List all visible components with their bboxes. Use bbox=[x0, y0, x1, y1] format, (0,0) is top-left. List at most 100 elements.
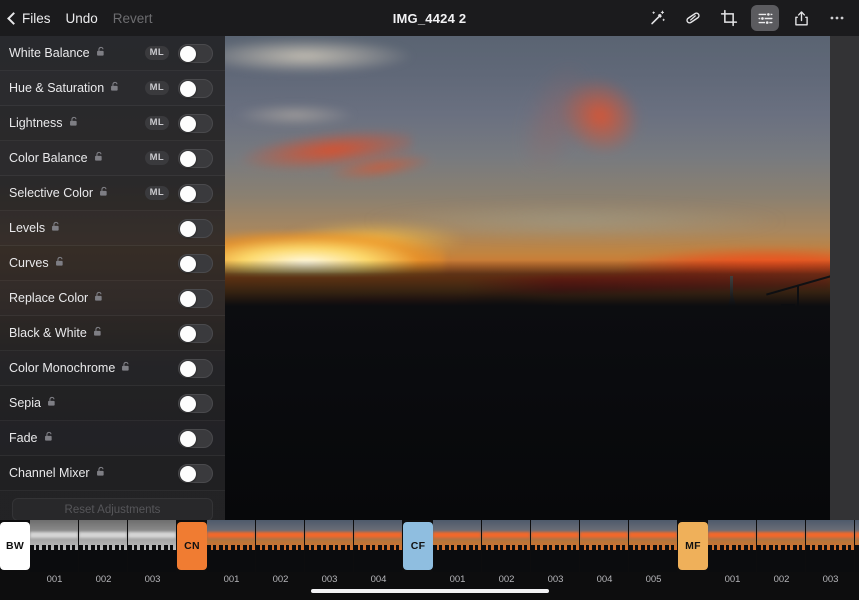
adjustment-toggle[interactable] bbox=[178, 113, 213, 133]
reset-adjustments-button[interactable]: Reset Adjustments bbox=[12, 498, 213, 520]
filmstrip-group-cn: CN 001 002 003 004 bbox=[177, 520, 403, 585]
toggle-knob bbox=[180, 220, 196, 237]
adjustment-label: Black & White bbox=[9, 326, 87, 340]
thumbnail[interactable] bbox=[629, 520, 678, 572]
filmstrip-group-cf: CF 001 002 003 004 005 bbox=[403, 520, 678, 585]
undo-button[interactable]: Undo bbox=[66, 11, 98, 26]
lock-icon[interactable] bbox=[68, 114, 79, 132]
adjustment-row-white-balance[interactable]: White Balance ML bbox=[0, 36, 225, 71]
thumb-ground bbox=[757, 550, 805, 572]
photo-editor-app: Files Undo Revert IMG_4424 2 White Balan… bbox=[0, 0, 859, 600]
toggle-knob bbox=[180, 430, 196, 447]
toggle-knob bbox=[180, 80, 196, 97]
adjustments-icon[interactable] bbox=[751, 5, 779, 31]
reset-container: Reset Adjustments bbox=[0, 491, 225, 520]
ml-badge[interactable]: ML bbox=[144, 186, 169, 200]
lock-icon[interactable] bbox=[98, 184, 109, 202]
group-tab-cn[interactable]: CN bbox=[177, 522, 207, 570]
thumbnail[interactable] bbox=[354, 520, 403, 572]
thumb-streak bbox=[855, 532, 859, 538]
lock-icon[interactable] bbox=[93, 149, 104, 167]
thumbnail[interactable] bbox=[305, 520, 354, 572]
ml-badge[interactable]: ML bbox=[144, 46, 169, 60]
adjustment-label: Curves bbox=[9, 256, 49, 270]
photo-canvas[interactable] bbox=[225, 36, 859, 520]
thumbnail[interactable] bbox=[531, 520, 580, 572]
thumb-ground bbox=[855, 550, 859, 572]
thumbnail[interactable] bbox=[256, 520, 305, 572]
adjustment-toggle[interactable] bbox=[178, 358, 213, 378]
adjustment-row-levels[interactable]: Levels bbox=[0, 211, 225, 246]
thumbnail[interactable] bbox=[855, 520, 859, 572]
thumbnail[interactable] bbox=[30, 520, 79, 572]
thumbnail[interactable] bbox=[128, 520, 177, 572]
back-to-files-button[interactable]: Files bbox=[7, 11, 51, 26]
thumbnail[interactable] bbox=[482, 520, 531, 572]
adjustment-row-lightness[interactable]: Lightness ML bbox=[0, 106, 225, 141]
lock-icon[interactable] bbox=[54, 254, 65, 272]
adjustment-toggle[interactable] bbox=[178, 218, 213, 238]
adjustment-toggle[interactable] bbox=[178, 428, 213, 448]
thumbnail[interactable] bbox=[433, 520, 482, 572]
filmstrip-groups: BW 001 002 003 CN 001 002 003 004 CF 001 002 003 004 0… bbox=[0, 520, 859, 585]
lock-icon[interactable] bbox=[43, 429, 54, 447]
thumbnail[interactable] bbox=[580, 520, 629, 572]
adjustment-row-replace-color[interactable]: Replace Color bbox=[0, 281, 225, 316]
adjustment-row-channel-mixer[interactable]: Channel Mixer bbox=[0, 456, 225, 491]
lock-icon[interactable] bbox=[92, 324, 103, 342]
thumbnail-label: 001 bbox=[449, 574, 466, 585]
adjustment-row-color-monochrome[interactable]: Color Monochrome bbox=[0, 351, 225, 386]
thumb-streak bbox=[30, 532, 78, 538]
lock-icon[interactable] bbox=[109, 79, 120, 97]
photo-image[interactable] bbox=[225, 36, 830, 520]
thumbnail[interactable] bbox=[79, 520, 128, 572]
filmstrip[interactable]: BW 001 002 003 CN 001 002 003 004 CF 001 002 003 004 0… bbox=[0, 520, 859, 600]
adjustment-row-black-white[interactable]: Black & White bbox=[0, 316, 225, 351]
more-icon[interactable] bbox=[823, 5, 851, 31]
adjustment-toggle[interactable] bbox=[178, 323, 213, 343]
thumbnail-row bbox=[30, 520, 177, 572]
adjustment-row-sepia[interactable]: Sepia bbox=[0, 386, 225, 421]
thumbnail-label: 005 bbox=[645, 574, 662, 585]
thumbnail[interactable] bbox=[207, 520, 256, 572]
thumb-streak bbox=[531, 532, 579, 538]
adjustment-toggle[interactable] bbox=[178, 78, 213, 98]
thumbnail-labels: 001 002 003 bbox=[0, 574, 177, 590]
thumb-streak bbox=[757, 532, 805, 538]
thumbnail[interactable] bbox=[757, 520, 806, 572]
lock-icon[interactable] bbox=[95, 464, 106, 482]
revert-button[interactable]: Revert bbox=[113, 11, 153, 26]
adjustment-toggle[interactable] bbox=[178, 393, 213, 413]
crop-icon[interactable] bbox=[715, 5, 743, 31]
adjustment-toggle[interactable] bbox=[178, 288, 213, 308]
thumbnail-label: 002 bbox=[95, 574, 112, 585]
group-tab-cf[interactable]: CF bbox=[403, 522, 433, 570]
lock-icon[interactable] bbox=[120, 359, 131, 377]
group-tab-bw[interactable]: BW bbox=[0, 522, 30, 570]
magic-wand-icon[interactable] bbox=[643, 5, 671, 31]
adjustment-row-color-balance[interactable]: Color Balance ML bbox=[0, 141, 225, 176]
thumb-streak bbox=[305, 532, 353, 538]
heal-icon[interactable] bbox=[679, 5, 707, 31]
ml-badge[interactable]: ML bbox=[144, 81, 169, 95]
adjustment-toggle[interactable] bbox=[178, 183, 213, 203]
lock-icon[interactable] bbox=[50, 219, 61, 237]
adjustment-toggle[interactable] bbox=[178, 253, 213, 273]
adjustment-toggle[interactable] bbox=[178, 43, 213, 63]
thumb-streak bbox=[354, 532, 402, 538]
adjustment-toggle[interactable] bbox=[178, 463, 213, 483]
adjustment-row-curves[interactable]: Curves bbox=[0, 246, 225, 281]
adjustment-row-hue-saturation[interactable]: Hue & Saturation ML bbox=[0, 71, 225, 106]
adjustment-row-fade[interactable]: Fade bbox=[0, 421, 225, 456]
lock-icon[interactable] bbox=[95, 44, 106, 62]
thumbnail[interactable] bbox=[708, 520, 757, 572]
ml-badge[interactable]: ML bbox=[144, 151, 169, 165]
group-tab-mf[interactable]: MF bbox=[678, 522, 708, 570]
lock-icon[interactable] bbox=[46, 394, 57, 412]
adjustment-toggle[interactable] bbox=[178, 148, 213, 168]
lock-icon[interactable] bbox=[93, 289, 104, 307]
share-icon[interactable] bbox=[787, 5, 815, 31]
ml-badge[interactable]: ML bbox=[144, 116, 169, 130]
adjustment-row-selective-color[interactable]: Selective Color ML bbox=[0, 176, 225, 211]
thumbnail[interactable] bbox=[806, 520, 855, 572]
